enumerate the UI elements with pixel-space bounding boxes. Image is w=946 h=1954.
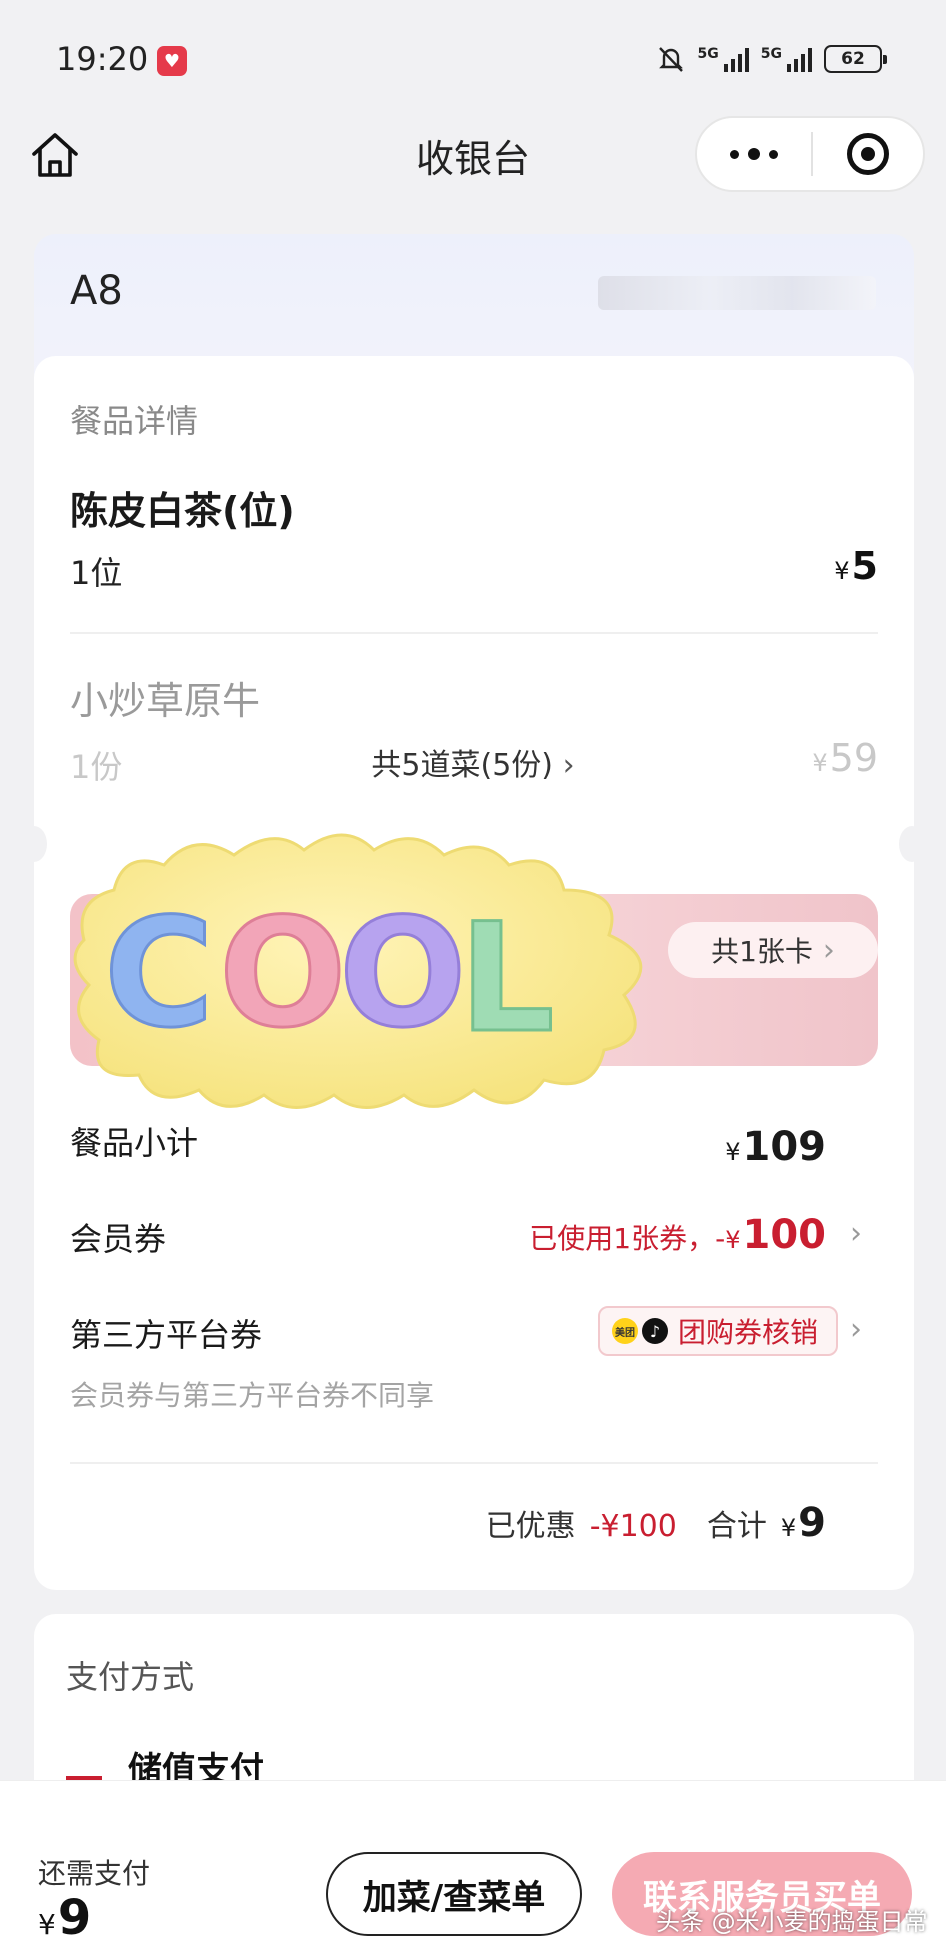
group-buy-redeem-label: 团购券核销 <box>678 1316 819 1349</box>
status-time: 19:20 <box>56 40 149 78</box>
divider <box>70 632 878 634</box>
payment-section-label: 支付方式 <box>66 1658 195 1696</box>
chevron-right-icon: › <box>822 932 835 968</box>
battery-icon: 62 <box>824 45 887 73</box>
close-miniprogram-button[interactable] <box>813 118 923 190</box>
member-coupon-label: 会员券 <box>70 1220 167 1258</box>
redacted-info <box>598 276 876 310</box>
sticker-letter: L <box>459 892 555 1066</box>
chevron-right-icon[interactable]: › <box>850 1312 862 1347</box>
dish-price: ¥5 <box>834 544 878 588</box>
coupon-note: 会员券与第三方平台券不同享 <box>70 1379 435 1412</box>
subtotal-label: 餐品小计 <box>70 1124 199 1162</box>
dish-qty: 1位 <box>70 554 123 592</box>
dish-name: 陈皮白茶(位) <box>70 489 295 533</box>
sticker-letter: O <box>219 887 347 1061</box>
card-notch-left <box>21 826 47 862</box>
member-card-count: 共1张卡 <box>711 935 813 968</box>
dish-name: 小炒草原牛 <box>70 679 261 723</box>
mute-bell-icon <box>658 47 683 72</box>
order-total-row: 已优惠 -¥100 合计 ¥9 <box>486 1500 826 1546</box>
watermark: 头条 @米小麦的捣蛋日常 <box>656 1908 928 1936</box>
dot-icon <box>748 148 760 160</box>
member-card-count-button[interactable]: 共1张卡 › <box>668 922 878 978</box>
details-section-label: 餐品详情 <box>70 402 199 440</box>
miniprogram-capsule <box>695 116 925 192</box>
third-party-coupon-label: 第三方平台券 <box>70 1316 263 1354</box>
more-options-button[interactable] <box>697 118 811 190</box>
member-coupon-value[interactable]: 已使用1张券，-¥100 <box>529 1212 826 1258</box>
view-all-dishes-label: 共5道菜(5份) <box>371 748 554 783</box>
add-dish-button[interactable]: 加菜/查菜单 <box>326 1852 582 1936</box>
douyin-icon: ♪ <box>642 1318 668 1344</box>
app-notification-icon: ♥ <box>157 46 187 76</box>
table-number: A8 <box>70 268 123 314</box>
chevron-right-icon[interactable]: › <box>850 1216 862 1251</box>
divider <box>70 1462 878 1464</box>
dot-icon <box>769 149 778 159</box>
signal-icon: 5G <box>761 46 812 72</box>
card-notch-right <box>899 826 925 862</box>
amount-due-label: 还需支付 <box>38 1857 151 1890</box>
view-all-dishes-link[interactable]: 共5道菜(5份) › <box>0 740 946 784</box>
meituan-icon: 美团 <box>612 1318 638 1344</box>
discount-value: -¥100 <box>589 1509 677 1544</box>
target-icon <box>847 133 889 175</box>
chevron-right-icon: › <box>562 748 575 783</box>
status-indicators: 5G 5G 62 <box>656 44 887 74</box>
dot-icon <box>730 149 739 159</box>
sticker-letter: O <box>339 887 467 1061</box>
cool-sticker: C O O L <box>73 833 643 1109</box>
amount-due-value: ¥9 <box>38 1890 92 1946</box>
discount-label: 已优惠 <box>485 1509 576 1544</box>
sticker-letter: C <box>104 887 214 1061</box>
battery-level: 62 <box>841 49 865 69</box>
total-value: ¥9 <box>780 1500 826 1546</box>
total-label: 合计 <box>706 1509 767 1544</box>
signal-icon: 5G <box>698 46 749 72</box>
group-buy-redeem-button[interactable]: 美团 ♪ 团购券核销 <box>598 1306 838 1356</box>
subtotal-value: ¥109 <box>725 1124 826 1170</box>
